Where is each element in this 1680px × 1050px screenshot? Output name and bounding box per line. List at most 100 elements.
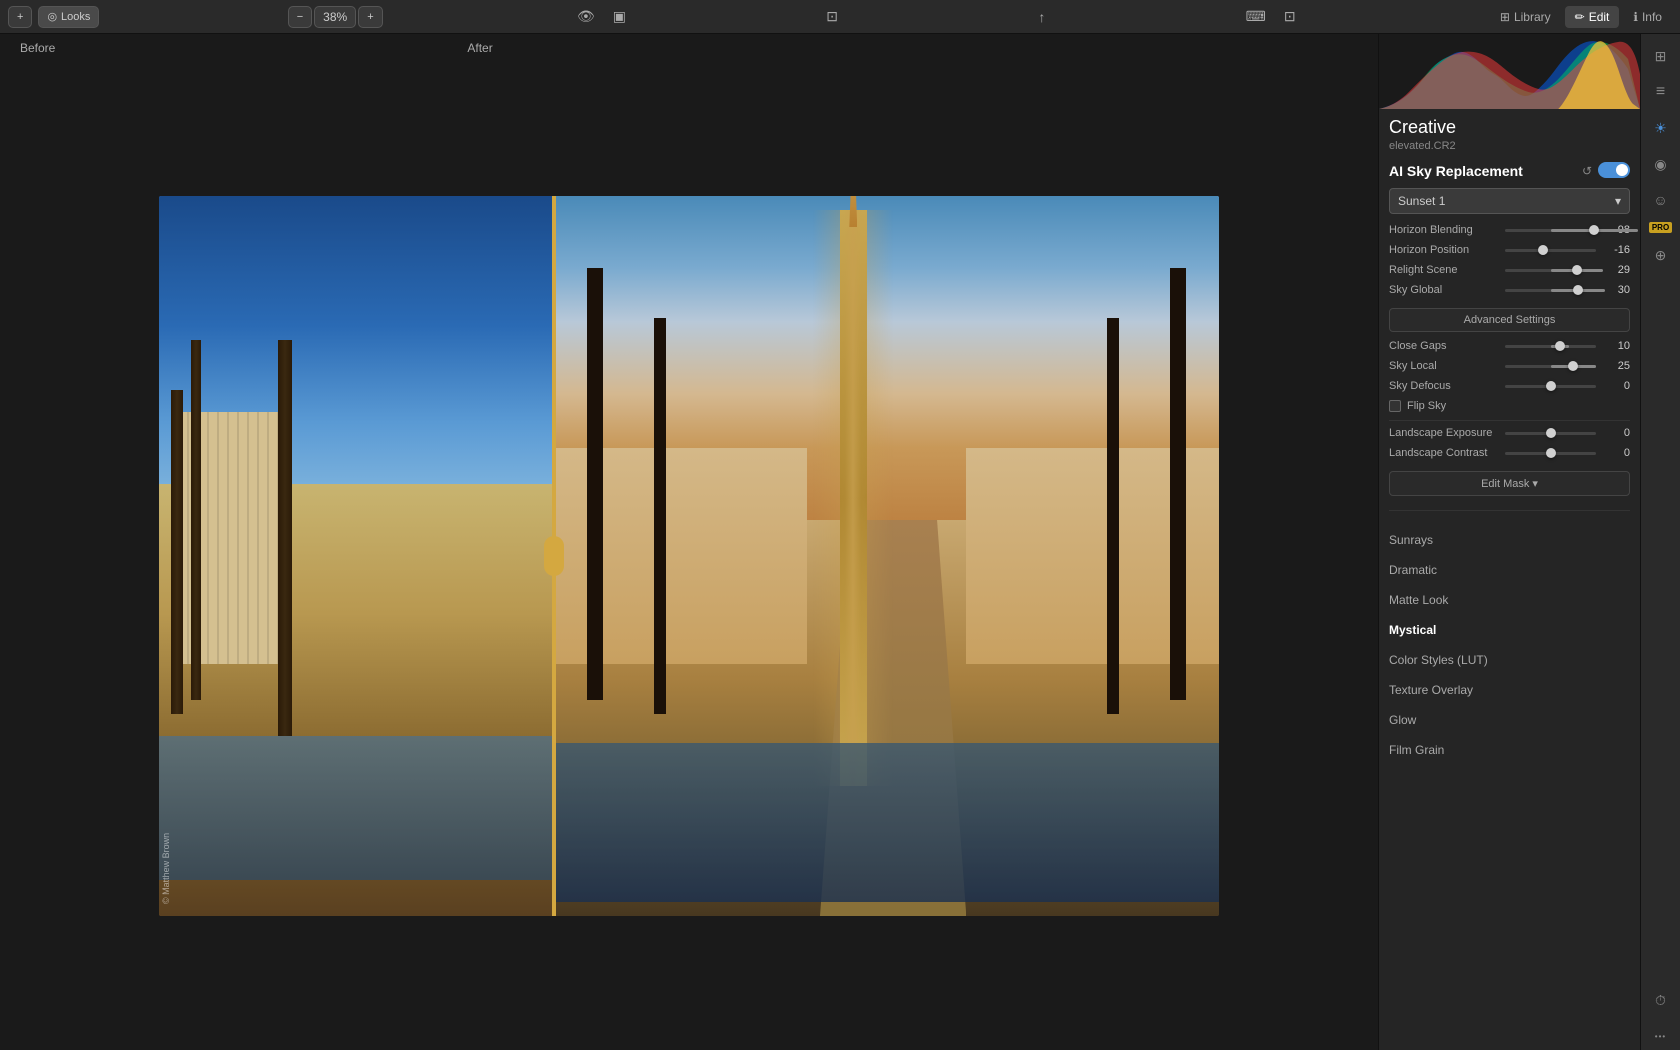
slider-track[interactable] bbox=[1505, 345, 1596, 348]
slider-thumb[interactable] bbox=[1546, 381, 1556, 391]
tools-button[interactable]: ⊕ bbox=[1647, 241, 1675, 269]
slider-thumb[interactable] bbox=[1568, 361, 1578, 371]
tab-edit[interactable]: ✏ Edit bbox=[1565, 6, 1620, 28]
after-image bbox=[554, 196, 1219, 916]
slider-thumb[interactable] bbox=[1538, 245, 1548, 255]
slider-row-sky-global: Sky Global 30 bbox=[1389, 284, 1630, 296]
flip-sky-checkbox[interactable] bbox=[1389, 400, 1401, 412]
water-before bbox=[159, 736, 554, 880]
slider-track[interactable] bbox=[1505, 385, 1596, 388]
advanced-settings-button[interactable]: Advanced Settings bbox=[1389, 308, 1630, 332]
slider-track[interactable] bbox=[1505, 365, 1596, 368]
effect-item-mystical[interactable]: Mystical bbox=[1379, 615, 1640, 645]
reset-button[interactable]: ↺ bbox=[1580, 162, 1594, 180]
effect-item-glow[interactable]: Glow bbox=[1379, 705, 1640, 735]
histogram bbox=[1379, 34, 1640, 109]
zoom-value[interactable]: 38% bbox=[314, 6, 356, 28]
layers-button[interactable]: ⊞ bbox=[1647, 42, 1675, 70]
zoom-plus-button[interactable]: + bbox=[358, 6, 382, 28]
toggle-button[interactable] bbox=[1598, 162, 1630, 178]
zoom-minus-button[interactable]: − bbox=[288, 6, 312, 28]
keyboard-button[interactable]: ⌨ bbox=[1240, 6, 1272, 28]
canvas-area: Before After bbox=[0, 34, 1378, 1050]
palm-after-4 bbox=[1107, 318, 1119, 714]
slider-label: Horizon Blending bbox=[1389, 224, 1499, 236]
split-handle[interactable] bbox=[544, 536, 564, 576]
slider-row-landscape-contrast: Landscape Contrast0 bbox=[1389, 447, 1630, 459]
preview-button[interactable]: 👁 bbox=[571, 6, 601, 28]
layers-icon: ⊞ bbox=[1655, 48, 1667, 65]
slider-label: Sky Defocus bbox=[1389, 380, 1499, 392]
face-icon: ☺ bbox=[1653, 192, 1667, 208]
edit-mask-button[interactable]: Edit Mask ▾ bbox=[1389, 471, 1630, 496]
history-button[interactable]: ⏱ bbox=[1647, 986, 1675, 1014]
advanced-sliders: Close Gaps10Sky Local25Sky Defocus0 bbox=[1389, 340, 1630, 392]
sun-button[interactable]: ☀ bbox=[1647, 114, 1675, 142]
share-button[interactable]: ↑ bbox=[1032, 6, 1051, 28]
effects-list: SunraysDramaticMatte LookMysticalColor S… bbox=[1379, 525, 1640, 765]
slider-value: 0 bbox=[1602, 427, 1630, 439]
before-label: Before bbox=[20, 41, 67, 55]
slider-thumb[interactable] bbox=[1589, 225, 1599, 235]
crop-button[interactable]: ⊡ bbox=[820, 6, 844, 28]
library-icon: ⊞ bbox=[1500, 10, 1510, 24]
after-label: After bbox=[447, 41, 492, 55]
slider-label: Close Gaps bbox=[1389, 340, 1499, 352]
tab-info[interactable]: ℹ Info bbox=[1623, 6, 1672, 28]
fullscreen-button[interactable]: ⊡ bbox=[1278, 6, 1302, 28]
effect-item-color-styles-(lut)[interactable]: Color Styles (LUT) bbox=[1379, 645, 1640, 675]
compare-button[interactable]: ▣ bbox=[607, 6, 632, 28]
slider-track[interactable] bbox=[1505, 452, 1596, 455]
portrait-button[interactable]: ☺ bbox=[1647, 186, 1675, 214]
slider-value: 29 bbox=[1602, 264, 1630, 276]
before-image bbox=[159, 196, 554, 916]
add-button[interactable]: + bbox=[8, 6, 32, 28]
slider-value: 30 bbox=[1602, 284, 1630, 296]
sky-dropdown[interactable]: Sunset 1 ▾ bbox=[1389, 188, 1630, 214]
slider-label: Sky Local bbox=[1389, 360, 1499, 372]
icon-bar: ⊞ ≡ ☀ ◉ ☺ PRO ⊕ ⏱ ••• bbox=[1640, 34, 1680, 1050]
after-scene bbox=[554, 196, 1219, 916]
slider-thumb[interactable] bbox=[1572, 265, 1582, 275]
slider-thumb[interactable] bbox=[1546, 448, 1556, 458]
slider-track[interactable] bbox=[1505, 432, 1596, 435]
palm-after-1 bbox=[587, 268, 603, 700]
slider-thumb[interactable] bbox=[1546, 428, 1556, 438]
clock-icon: ⏱ bbox=[1655, 992, 1666, 1009]
slider-thumb[interactable] bbox=[1555, 341, 1565, 351]
split-image[interactable]: © Matthew Brown bbox=[159, 196, 1219, 916]
adjustments-button[interactable]: ≡ bbox=[1647, 78, 1675, 106]
slider-row-close-gaps: Close Gaps10 bbox=[1389, 340, 1630, 352]
main-sliders: Horizon Blending98Horizon Position-16Rel… bbox=[1389, 224, 1630, 296]
slider-track[interactable] bbox=[1505, 249, 1596, 252]
zoom-control: − 38% + bbox=[288, 6, 383, 28]
panel-title: Creative bbox=[1389, 117, 1630, 138]
tab-library[interactable]: ⊞ Library bbox=[1490, 6, 1561, 28]
effect-item-sunrays[interactable]: Sunrays bbox=[1379, 525, 1640, 555]
flip-sky-label: Flip Sky bbox=[1407, 400, 1446, 412]
landscape-sliders: Landscape Exposure0Landscape Contrast0 bbox=[1389, 427, 1630, 459]
panel-filename: elevated.CR2 bbox=[1389, 140, 1630, 152]
slider-value: 0 bbox=[1602, 447, 1630, 459]
effect-item-texture-overlay[interactable]: Texture Overlay bbox=[1379, 675, 1640, 705]
slider-track[interactable] bbox=[1505, 289, 1596, 292]
effect-item-dramatic[interactable]: Dramatic bbox=[1379, 555, 1640, 585]
palm-before-2 bbox=[191, 340, 201, 700]
slider-value: 25 bbox=[1602, 360, 1630, 372]
slider-track[interactable] bbox=[1505, 229, 1596, 232]
before-after-labels: Before After bbox=[0, 34, 1378, 62]
slider-row-sky-local: Sky Local 25 bbox=[1389, 360, 1630, 372]
edit-icon: ✏ bbox=[1575, 10, 1585, 24]
slider-label: Landscape Exposure bbox=[1389, 427, 1499, 439]
divider-1 bbox=[1389, 420, 1630, 421]
palette-button[interactable]: ◉ bbox=[1647, 150, 1675, 178]
palm-after-3 bbox=[1170, 268, 1186, 700]
more-button[interactable]: ••• bbox=[1647, 1022, 1675, 1050]
looks-button[interactable]: ◎ Looks bbox=[38, 6, 99, 28]
effect-item-film-grain[interactable]: Film Grain bbox=[1379, 735, 1640, 765]
slider-label: Sky Global bbox=[1389, 284, 1499, 296]
effect-item-matte-look[interactable]: Matte Look bbox=[1379, 585, 1640, 615]
slider-track[interactable] bbox=[1505, 269, 1596, 272]
slider-thumb[interactable] bbox=[1573, 285, 1583, 295]
pro-badge: PRO bbox=[1649, 222, 1672, 233]
